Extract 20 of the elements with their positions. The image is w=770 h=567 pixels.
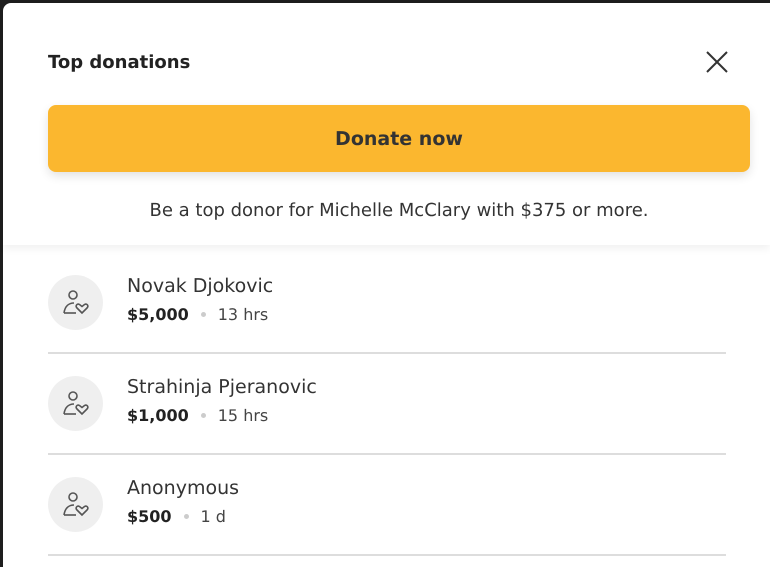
- separator-dot: [184, 514, 189, 519]
- subtitle-text: Be a top donor for Michelle McClary with $375 or more.: [148, 200, 650, 221]
- close-button[interactable]: [704, 49, 730, 75]
- donation-time: 1 d: [200, 507, 226, 526]
- separator-dot: [200, 413, 206, 418]
- modal-title: Top donations: [48, 52, 190, 72]
- donation-amount: $5,000: [127, 305, 189, 324]
- donation-amount: $1,000: [127, 406, 189, 425]
- donor-name: Anonymous: [127, 477, 240, 499]
- donation-time: 13 hrs: [218, 305, 268, 324]
- person-heart-icon: [62, 390, 90, 416]
- donor-name: Strahinja Pjeranovic: [127, 376, 317, 398]
- person-heart-icon: [62, 492, 90, 518]
- donation-time: 15 hrs: [218, 406, 268, 425]
- close-icon: [704, 49, 730, 75]
- separator-dot: [200, 312, 206, 317]
- donor-name: Novak Djokovic: [127, 275, 274, 297]
- donation-amount: $500: [127, 507, 172, 526]
- donate-button[interactable]: Donate now: [48, 105, 750, 172]
- person-heart-icon: [62, 290, 90, 316]
